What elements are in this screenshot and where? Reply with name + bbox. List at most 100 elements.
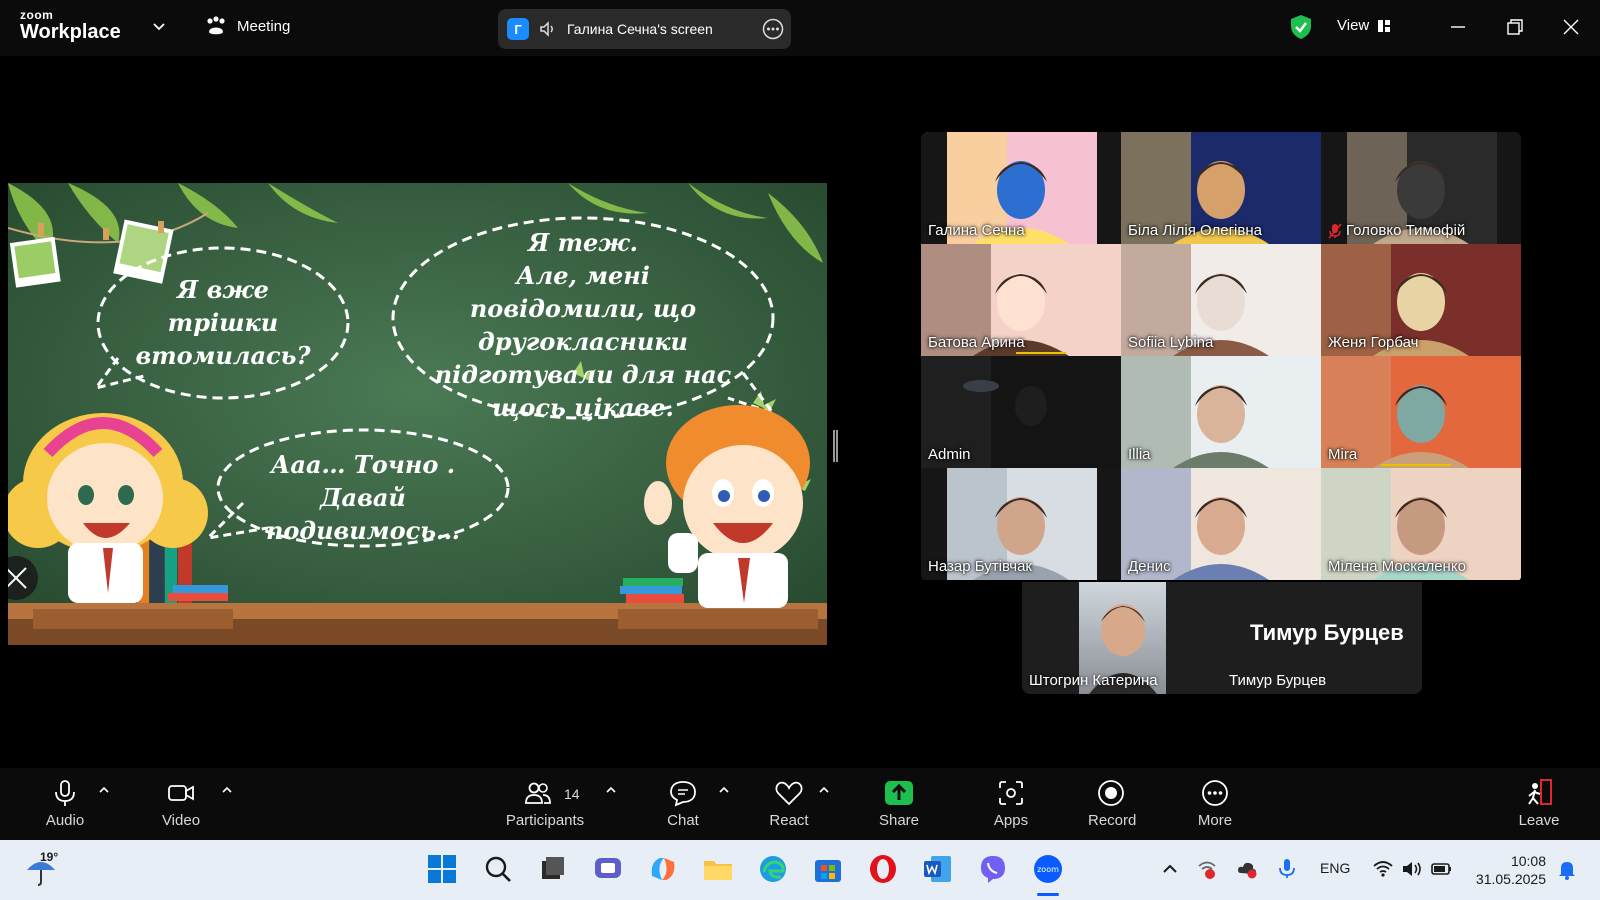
- participant-tile[interactable]: Sofiia Lybina: [1121, 244, 1321, 356]
- participant-name: Назар Бутівчак: [928, 558, 1032, 575]
- minimize-icon[interactable]: [1448, 17, 1468, 37]
- react-button[interactable]: React: [766, 778, 812, 829]
- close-icon[interactable]: [1561, 17, 1581, 37]
- teams-chat-icon[interactable]: [591, 852, 625, 886]
- meeting-menu[interactable]: Meeting: [205, 16, 290, 36]
- participant-tile[interactable]: Женя Горбач: [1321, 244, 1521, 356]
- cloud-sync-error-icon[interactable]: [1236, 858, 1258, 880]
- chat-button[interactable]: Chat: [660, 778, 706, 829]
- participant-tile[interactable]: Admin: [921, 356, 1121, 468]
- participant-tile[interactable]: Мілена Москаленко: [1321, 468, 1521, 580]
- view-button[interactable]: View: [1337, 17, 1391, 34]
- participant-name-text: Illia: [1128, 446, 1151, 463]
- chat-label: Chat: [667, 812, 699, 829]
- participant-tile[interactable]: Illia: [1121, 356, 1321, 468]
- bubble-line: Я вже: [177, 275, 269, 304]
- participant-tile[interactable]: Батова Арина: [921, 244, 1121, 356]
- participant-tile[interactable]: Денис: [1121, 468, 1321, 580]
- chevron-down-icon[interactable]: [152, 20, 166, 34]
- participant-tile[interactable]: Біла Лілія Олегівна: [1121, 132, 1321, 244]
- apps-label: Apps: [993, 812, 1029, 829]
- brand-line-1: zoom: [20, 8, 54, 22]
- windows-start-icon[interactable]: [425, 852, 459, 886]
- record-button[interactable]: Record: [1088, 778, 1136, 829]
- speaker-icon[interactable]: [539, 20, 557, 38]
- temperature-text: 19°: [40, 850, 59, 864]
- restore-icon[interactable]: [1505, 17, 1525, 37]
- bubble-line: втомилась?: [135, 341, 311, 370]
- grid-view-icon: [1378, 19, 1391, 32]
- svg-text:zoom: zoom: [1037, 865, 1059, 874]
- participant-name: Мілена Москаленко: [1328, 558, 1466, 575]
- meeting-label: Meeting: [237, 17, 291, 35]
- participant-video: [1121, 356, 1321, 468]
- record-icon: [1098, 780, 1124, 806]
- show-hidden-icons-chevron[interactable]: [1160, 859, 1180, 879]
- microphone-in-use-icon[interactable]: [1276, 857, 1298, 879]
- chevron-up-icon[interactable]: [718, 784, 730, 796]
- participants-icon: [525, 782, 551, 804]
- brand-line-2: Workplace: [20, 21, 121, 43]
- bubble-line: Давай: [320, 483, 406, 512]
- more-options-icon[interactable]: [762, 18, 784, 40]
- participant-name-text: Мілена Москаленко: [1328, 558, 1466, 575]
- title-bar: zoom Workplace Meeting Г Галина Сечна's …: [0, 0, 1600, 56]
- chat-icon: [670, 781, 696, 807]
- participant-name-text: Назар Бутівчак: [928, 558, 1032, 575]
- video-button[interactable]: Video: [158, 778, 204, 829]
- word-icon[interactable]: [921, 852, 955, 886]
- input-language[interactable]: ENG: [1320, 860, 1350, 876]
- meeting-toolbar: Audio Video Participants 14 Chat React S…: [0, 768, 1600, 840]
- participant-name-text: Галина Сечна: [928, 222, 1025, 239]
- bubble-line: Я теж.: [528, 228, 638, 257]
- bubble-line: повідомили, що: [469, 294, 697, 323]
- react-label: React: [769, 812, 809, 829]
- panel-resize-handle[interactable]: [833, 430, 838, 462]
- chevron-up-icon[interactable]: [98, 784, 110, 796]
- wifi-icon[interactable]: [1372, 858, 1394, 880]
- zoom-app-icon[interactable]: zoom: [1031, 852, 1065, 886]
- participant-name: Illia: [1128, 446, 1151, 463]
- taskbar-clock[interactable]: 10:08 31.05.2025: [1476, 852, 1546, 888]
- bubble-line: подивимось…: [265, 516, 461, 545]
- video-camera-icon: [168, 785, 194, 801]
- participant-tile[interactable]: Mira: [1321, 356, 1521, 468]
- bubble-line: другокласники: [478, 327, 688, 356]
- viber-icon[interactable]: [976, 852, 1010, 886]
- apps-button[interactable]: Apps: [988, 778, 1034, 829]
- volume-icon[interactable]: [1401, 858, 1423, 880]
- participant-name: Галина Сечна: [928, 222, 1025, 239]
- apps-icon: [999, 781, 1023, 805]
- participant-tile[interactable]: Головко Тимофій: [1321, 132, 1521, 244]
- microphone-icon: [55, 780, 75, 806]
- notification-bell-icon[interactable]: [1556, 858, 1578, 880]
- battery-icon[interactable]: [1430, 858, 1454, 880]
- more-button[interactable]: More: [1192, 778, 1238, 829]
- share-screen-button[interactable]: Share: [876, 778, 922, 829]
- file-explorer-icon[interactable]: [701, 852, 735, 886]
- chevron-up-icon[interactable]: [605, 784, 617, 796]
- participant-tile[interactable]: Назар Бутівчак: [921, 468, 1121, 580]
- network-status-icon[interactable]: [1196, 858, 1218, 880]
- bubble-line: Ааа… Точно .: [270, 450, 456, 479]
- heart-icon: [775, 781, 803, 806]
- opera-browser-icon[interactable]: [866, 852, 900, 886]
- bubble-line: трішки: [167, 308, 279, 337]
- shared-screen-slide: Я вже трішки втомилась? Я теж. Але, мені…: [8, 183, 827, 645]
- leave-button[interactable]: Leave: [1516, 778, 1562, 829]
- copilot-icon[interactable]: [646, 852, 680, 886]
- participant-name-text: Женя Горбач: [1328, 334, 1419, 351]
- chevron-up-icon[interactable]: [221, 784, 233, 796]
- search-icon[interactable]: [481, 852, 515, 886]
- participant-name: Головко Тимофій: [1328, 222, 1465, 239]
- chevron-up-icon[interactable]: [818, 784, 830, 796]
- microsoft-store-icon[interactable]: [811, 852, 845, 886]
- encryption-shield-icon[interactable]: [1289, 14, 1313, 40]
- share-label: Share: [878, 812, 920, 829]
- screen-share-banner[interactable]: Г Галина Сечна's screen: [498, 9, 791, 49]
- edge-browser-icon[interactable]: [756, 852, 790, 886]
- share-banner-text: Галина Сечна's screen: [567, 21, 713, 37]
- task-view-icon[interactable]: [536, 852, 570, 886]
- participant-tile[interactable]: Галина Сечна: [921, 132, 1121, 244]
- audio-button[interactable]: Audio: [42, 778, 88, 829]
